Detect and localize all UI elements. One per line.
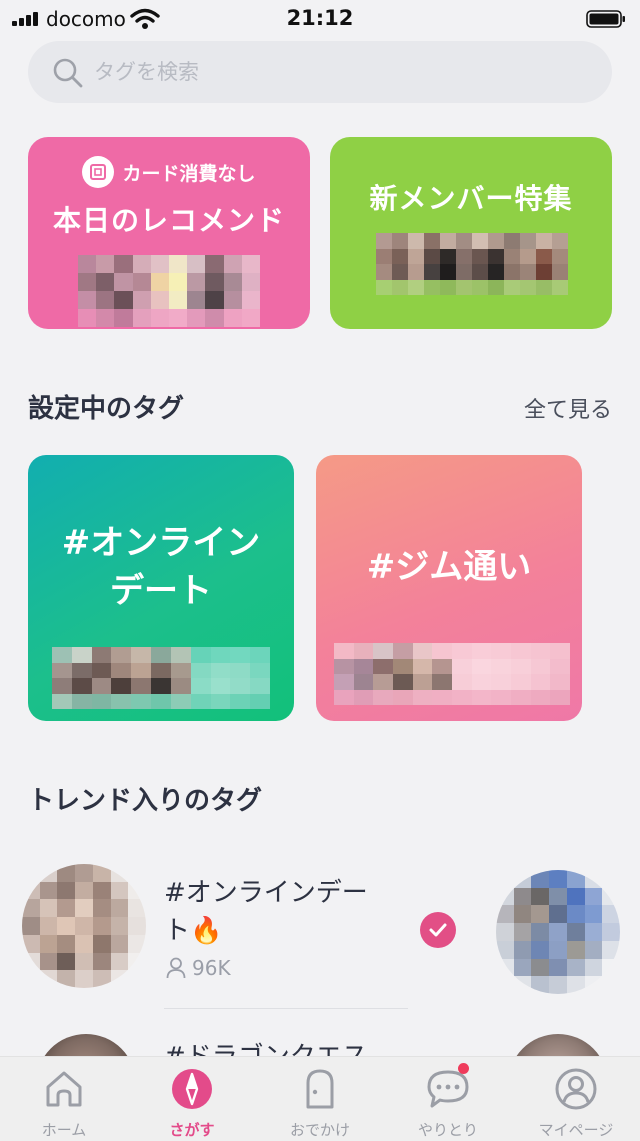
- ticket-icon: [82, 156, 115, 188]
- compass-icon: [172, 1069, 212, 1109]
- tag-card-title: #ジム通い: [366, 547, 532, 587]
- tag-search-bar[interactable]: [28, 41, 612, 103]
- new-members-title: 新メンバー特集: [369, 182, 573, 215]
- clock: 21:12: [286, 6, 354, 30]
- tag-card-title-line2: デート: [110, 571, 212, 611]
- tab-outing[interactable]: おでかけ: [256, 1057, 384, 1141]
- trending-tag-name-line1: #オンラインデー: [164, 878, 368, 908]
- my-tags-heading: 設定中のタグ: [28, 394, 185, 424]
- tab-search[interactable]: さがす: [128, 1057, 256, 1141]
- tag-card-title: #オンライン デート: [28, 519, 294, 615]
- tab-label: やりとり: [417, 1121, 478, 1139]
- notification-dot: [458, 1063, 469, 1074]
- tab-label: さがす: [169, 1121, 215, 1139]
- blurred-profile-photos: [78, 255, 260, 327]
- status-bar: docomo 21:12: [0, 0, 640, 38]
- trending-tag-item[interactable]: #オンラインデー ト🔥 96K: [0, 860, 640, 1020]
- tab-label: ホーム: [41, 1121, 87, 1139]
- list-divider: [164, 1008, 408, 1009]
- new-members-card[interactable]: 新メンバー特集: [330, 137, 612, 329]
- person-icon: [166, 957, 186, 979]
- search-input[interactable]: [94, 41, 574, 103]
- badge-label: カード消費なし: [122, 162, 256, 185]
- recommend-title: 本日のレコメンド: [52, 204, 285, 237]
- screen: docomo 21:12 カード消費なし: [0, 0, 640, 1141]
- trending-tag-name: #オンラインデー ト🔥: [164, 874, 404, 950]
- blurred-profile-photos: [376, 233, 568, 295]
- member-count-value: 96K: [192, 956, 231, 980]
- tab-my-page[interactable]: マイページ: [512, 1057, 640, 1141]
- tag-cover-photo: [496, 870, 620, 994]
- home-icon: [46, 1071, 82, 1107]
- see-all-link[interactable]: 全て見る: [524, 392, 612, 424]
- tab-label: おでかけ: [289, 1121, 350, 1139]
- tab-label: マイページ: [538, 1121, 614, 1139]
- following-check-icon[interactable]: [420, 912, 456, 948]
- no-card-cost-badge: カード消費なし: [28, 155, 310, 189]
- tag-cover-photo: [22, 864, 146, 988]
- tab-messages[interactable]: やりとり: [384, 1057, 512, 1141]
- door-icon: [306, 1069, 334, 1109]
- blurred-member-photos: [52, 647, 270, 709]
- tag-card-online-date[interactable]: #オンライン デート: [28, 455, 294, 721]
- search-icon: [53, 58, 83, 88]
- battery-icon: [586, 10, 625, 28]
- profile-icon: [555, 1068, 597, 1110]
- trending-tag-name-line2: ト🔥: [164, 916, 223, 946]
- tag-card-title-line1: #オンライン: [61, 523, 261, 563]
- blurred-member-photos: [334, 643, 570, 705]
- tab-home[interactable]: ホーム: [0, 1057, 128, 1141]
- trending-tags-heading: トレンド入りのタグ: [28, 786, 263, 816]
- todays-recommend-card[interactable]: カード消費なし 本日のレコメンド: [28, 137, 310, 329]
- member-count: 96K: [166, 956, 231, 980]
- tag-card-gym[interactable]: #ジム通い: [316, 455, 582, 721]
- bottom-tab-bar: ホーム さがす おでかけ やりとり マイページ: [0, 1056, 640, 1141]
